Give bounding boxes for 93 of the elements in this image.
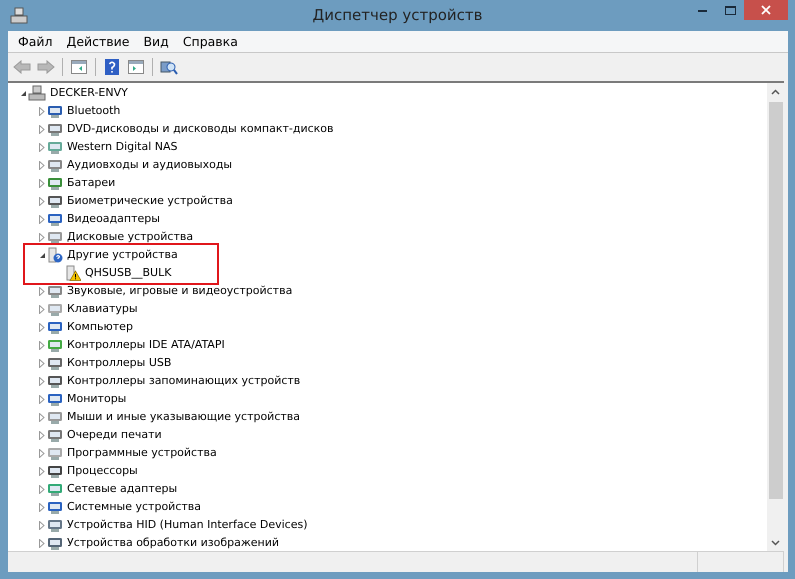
tree-item[interactable]: Аудиовходы и аудиовыходы <box>67 158 232 172</box>
close-button[interactable] <box>744 0 788 20</box>
expand-icon[interactable] <box>39 520 45 530</box>
tree-item[interactable]: Программные устройства <box>67 446 217 460</box>
device-icon <box>47 427 63 443</box>
device-icon <box>47 121 63 137</box>
tree-item[interactable]: Western Digital NAS <box>67 140 178 154</box>
expand-icon[interactable] <box>39 214 45 224</box>
device-icon <box>47 481 63 497</box>
expand-icon[interactable] <box>39 178 45 188</box>
close-icon[interactable] <box>761 5 771 15</box>
tree-item[interactable]: Биометрические устройства <box>67 194 233 208</box>
tree-item[interactable]: Устройства HID (Human Interface Devices) <box>67 518 308 532</box>
chevron-down-icon[interactable] <box>771 540 780 546</box>
device-icon <box>47 175 63 191</box>
tree-item[interactable]: Контроллеры USB <box>67 356 172 370</box>
expand-icon[interactable] <box>39 304 45 314</box>
tree-item[interactable]: Дисковые устройства <box>67 230 194 244</box>
device-icon <box>47 463 63 479</box>
tree-item[interactable]: Контроллеры IDE ATA/ATAPI <box>67 338 225 352</box>
unknown-device-icon <box>47 247 63 263</box>
expand-icon[interactable] <box>39 430 45 440</box>
tree-item[interactable]: Bluetooth <box>67 104 120 118</box>
device-icon <box>47 211 63 227</box>
computer-icon <box>28 85 46 101</box>
collapse-icon[interactable] <box>20 90 26 96</box>
device-icon <box>47 409 63 425</box>
tree-item[interactable]: Устройства обработки изображений <box>67 536 280 550</box>
tree-item[interactable]: DVD-дисководы и дисководы компакт-дисков <box>67 122 334 136</box>
expand-icon[interactable] <box>39 142 45 152</box>
device-icon <box>47 445 63 461</box>
device-icon <box>47 535 63 551</box>
menu-item[interactable]: Справка <box>182 34 238 49</box>
tree-item[interactable]: QHSUSB__BULK <box>85 266 172 280</box>
tree-item[interactable]: Компьютер <box>67 320 133 334</box>
tree-item[interactable]: Клавиатуры <box>67 302 138 316</box>
expand-icon[interactable] <box>39 376 45 386</box>
expand-icon[interactable] <box>39 286 45 296</box>
tree-item[interactable]: Батареи <box>67 176 116 190</box>
expand-icon[interactable] <box>39 196 45 206</box>
tree-item[interactable]: Процессоры <box>67 464 138 478</box>
expand-icon[interactable] <box>39 538 45 548</box>
action-pane-button[interactable] <box>126 57 146 77</box>
console-tree-button[interactable] <box>69 57 89 77</box>
tree-item[interactable]: Видеоадаптеры <box>67 212 160 226</box>
tree-item[interactable]: Очереди печати <box>67 428 162 442</box>
device-icon <box>47 337 63 353</box>
tree-item[interactable]: Мыши и иные указывающие устройства <box>67 410 300 424</box>
device-icon <box>47 373 63 389</box>
expand-icon[interactable] <box>39 484 45 494</box>
tree-item[interactable]: Мониторы <box>67 392 126 406</box>
device-icon <box>47 355 63 371</box>
expand-icon[interactable] <box>39 358 45 368</box>
device-icon <box>47 319 63 335</box>
expand-icon[interactable] <box>39 448 45 458</box>
tree-item[interactable]: Звуковые, игровые и видеоустройства <box>67 284 292 298</box>
help-icon[interactable] <box>102 57 122 77</box>
expand-icon[interactable] <box>39 394 45 404</box>
maximize-icon[interactable] <box>724 6 736 14</box>
device-icon <box>47 499 63 515</box>
expand-icon[interactable] <box>39 502 45 512</box>
device-icon <box>47 517 63 533</box>
menu-item[interactable]: Файл <box>18 34 53 49</box>
expand-icon[interactable] <box>39 340 45 350</box>
collapse-icon[interactable] <box>38 252 46 258</box>
tree-item[interactable]: Системные устройства <box>67 500 201 514</box>
device-icon <box>47 157 63 173</box>
menu-item[interactable]: Действие <box>66 34 130 49</box>
app-icon <box>10 6 28 24</box>
expand-icon[interactable] <box>39 232 45 242</box>
chevron-up-icon[interactable] <box>771 88 780 94</box>
tree-item[interactable]: Другие устройства <box>67 248 178 262</box>
minimize-icon[interactable] <box>698 8 706 12</box>
device-icon <box>47 229 63 245</box>
expand-icon[interactable] <box>39 124 45 134</box>
expand-icon[interactable] <box>39 466 45 476</box>
device-icon <box>47 139 63 155</box>
expand-icon[interactable] <box>39 106 45 116</box>
expand-icon[interactable] <box>39 412 45 422</box>
tree-item[interactable]: DECKER-ENVY <box>50 86 128 100</box>
device-icon <box>47 301 63 317</box>
expand-icon[interactable] <box>39 322 45 332</box>
device-icon <box>47 193 63 209</box>
device-icon <box>47 103 63 119</box>
device-icon <box>47 283 63 299</box>
menu-item[interactable]: Вид <box>143 34 169 49</box>
tree-item[interactable]: Сетевые адаптеры <box>67 482 178 496</box>
device-icon <box>47 391 63 407</box>
warning-device-icon <box>65 265 81 281</box>
scrollbar-thumb[interactable] <box>768 102 782 499</box>
window-title: Диспетчер устройств <box>312 6 482 24</box>
tree-item[interactable]: Контроллеры запоминающих устройств <box>67 374 300 388</box>
expand-icon[interactable] <box>39 160 45 170</box>
